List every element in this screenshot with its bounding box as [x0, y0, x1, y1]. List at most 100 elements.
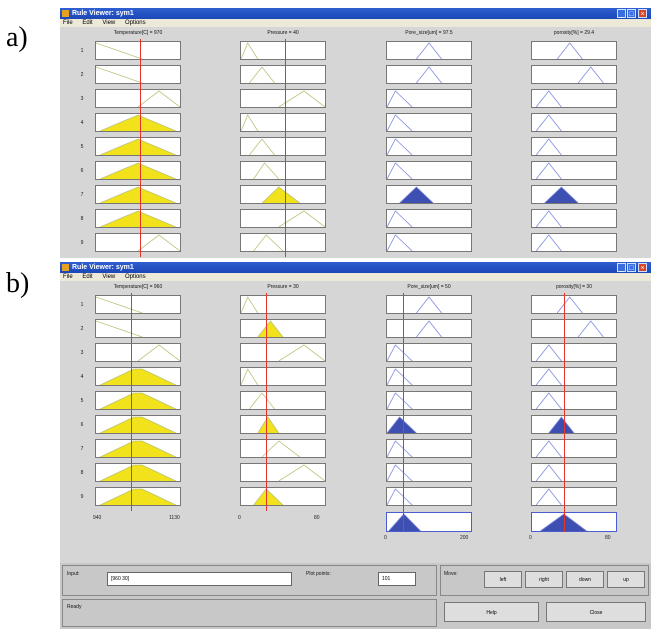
- move-left-button[interactable]: left: [484, 571, 522, 588]
- pore-size-rule-cell[interactable]: [386, 233, 472, 252]
- pore-size-value-line[interactable]: [403, 293, 405, 532]
- porosity-rule-cell[interactable]: [531, 137, 617, 156]
- pressure-rule-cell[interactable]: [240, 233, 326, 252]
- pressure-rule-cell[interactable]: [240, 415, 326, 434]
- porosity-rule-cell[interactable]: [531, 89, 617, 108]
- temperature-rule-cell[interactable]: [95, 209, 181, 228]
- porosity-rule-cell[interactable]: [531, 487, 617, 506]
- temperature-rule-cell[interactable]: [95, 463, 181, 482]
- pressure-value-line[interactable]: [284, 39, 286, 257]
- pore-size-rule-cell[interactable]: [386, 185, 472, 204]
- porosity-rule-cell[interactable]: [531, 367, 617, 386]
- temperature-rule-cell[interactable]: [95, 137, 181, 156]
- porosity-rule-cell[interactable]: [531, 113, 617, 132]
- close-window-button[interactable]: ×: [638, 9, 647, 18]
- pore-size-rule-cell[interactable]: [386, 319, 472, 338]
- pore-size-rule-cell[interactable]: [386, 391, 472, 410]
- pore-size-rule-cell[interactable]: [386, 113, 472, 132]
- close-button[interactable]: Close: [546, 602, 646, 622]
- porosity-rule-cell[interactable]: [531, 41, 617, 60]
- pressure-rule-cell[interactable]: [240, 463, 326, 482]
- porosity-aggregate-cell[interactable]: [531, 512, 617, 532]
- pore-size-rule-cell[interactable]: [386, 137, 472, 156]
- pressure-rule-cell[interactable]: [240, 209, 326, 228]
- pore-size-rule-cell[interactable]: [386, 439, 472, 458]
- pressure-rule-cell[interactable]: [240, 487, 326, 506]
- porosity-rule-cell[interactable]: [531, 295, 617, 314]
- menu-options[interactable]: Options: [125, 274, 146, 280]
- temperature-rule-cell[interactable]: [95, 391, 181, 410]
- temperature-value-line[interactable]: [139, 39, 141, 257]
- pore-size-rule-cell[interactable]: [386, 65, 472, 84]
- pore-size-rule-cell[interactable]: [386, 463, 472, 482]
- porosity-rule-cell[interactable]: [531, 233, 617, 252]
- move-down-button[interactable]: down: [566, 571, 604, 588]
- pressure-rule-cell[interactable]: [240, 185, 326, 204]
- menu-file[interactable]: File: [63, 274, 73, 280]
- menu-options[interactable]: Options: [125, 20, 146, 26]
- minimize-button[interactable]: _: [617, 9, 626, 18]
- temperature-rule-cell[interactable]: [95, 439, 181, 458]
- pressure-rule-cell[interactable]: [240, 367, 326, 386]
- pore-size-rule-cell[interactable]: [386, 89, 472, 108]
- pore-size-rule-cell[interactable]: [386, 209, 472, 228]
- minimize-button[interactable]: _: [617, 263, 626, 272]
- porosity-rule-cell[interactable]: [531, 463, 617, 482]
- maximize-button[interactable]: □: [627, 263, 636, 272]
- porosity-rule-cell[interactable]: [531, 415, 617, 434]
- temperature-rule-cell[interactable]: [95, 161, 181, 180]
- maximize-button[interactable]: □: [627, 9, 636, 18]
- porosity-rule-cell[interactable]: [531, 65, 617, 84]
- input-field[interactable]: [960 30]: [107, 572, 292, 586]
- temperature-rule-cell[interactable]: [95, 113, 181, 132]
- temperature-rule-cell[interactable]: [95, 367, 181, 386]
- pressure-rule-cell[interactable]: [240, 391, 326, 410]
- porosity-rule-cell[interactable]: [531, 343, 617, 362]
- porosity-rule-cell[interactable]: [531, 319, 617, 338]
- temperature-rule-cell[interactable]: [95, 319, 181, 338]
- temperature-rule-cell[interactable]: [95, 487, 181, 506]
- pressure-rule-cell[interactable]: [240, 41, 326, 60]
- porosity-rule-cell[interactable]: [531, 185, 617, 204]
- pressure-rule-cell[interactable]: [240, 319, 326, 338]
- menu-view[interactable]: View: [102, 20, 115, 26]
- temperature-rule-cell[interactable]: [95, 65, 181, 84]
- help-button[interactable]: Help: [444, 602, 539, 622]
- pore-size-aggregate-cell[interactable]: [386, 512, 472, 532]
- pore-size-rule-cell[interactable]: [386, 161, 472, 180]
- pore-size-rule-cell[interactable]: [386, 343, 472, 362]
- pressure-rule-cell[interactable]: [240, 89, 326, 108]
- pressure-rule-cell[interactable]: [240, 295, 326, 314]
- pore-size-rule-cell[interactable]: [386, 367, 472, 386]
- temperature-rule-cell[interactable]: [95, 41, 181, 60]
- temperature-rule-cell[interactable]: [95, 343, 181, 362]
- menu-file[interactable]: File: [63, 20, 73, 26]
- pore-size-rule-cell[interactable]: [386, 415, 472, 434]
- temperature-rule-cell[interactable]: [95, 295, 181, 314]
- porosity-rule-cell[interactable]: [531, 439, 617, 458]
- pressure-rule-cell[interactable]: [240, 439, 326, 458]
- temperature-rule-cell[interactable]: [95, 415, 181, 434]
- pore-size-rule-cell[interactable]: [386, 295, 472, 314]
- temperature-rule-cell[interactable]: [95, 185, 181, 204]
- menu-view[interactable]: View: [102, 274, 115, 280]
- move-up-button[interactable]: up: [607, 571, 645, 588]
- porosity-value-line[interactable]: [563, 293, 565, 532]
- pressure-rule-cell[interactable]: [240, 137, 326, 156]
- porosity-rule-cell[interactable]: [531, 209, 617, 228]
- pressure-value-line[interactable]: [265, 293, 267, 511]
- plot-points-field[interactable]: 101: [378, 572, 416, 586]
- menu-edit[interactable]: Edit: [82, 274, 92, 280]
- pore-size-rule-cell[interactable]: [386, 487, 472, 506]
- temperature-rule-cell[interactable]: [95, 89, 181, 108]
- porosity-rule-cell[interactable]: [531, 391, 617, 410]
- temperature-rule-cell[interactable]: [95, 233, 181, 252]
- menu-edit[interactable]: Edit: [82, 20, 92, 26]
- pressure-rule-cell[interactable]: [240, 65, 326, 84]
- pressure-rule-cell[interactable]: [240, 161, 326, 180]
- porosity-rule-cell[interactable]: [531, 161, 617, 180]
- close-window-button[interactable]: ×: [638, 263, 647, 272]
- move-right-button[interactable]: right: [525, 571, 563, 588]
- pressure-rule-cell[interactable]: [240, 113, 326, 132]
- pore-size-rule-cell[interactable]: [386, 41, 472, 60]
